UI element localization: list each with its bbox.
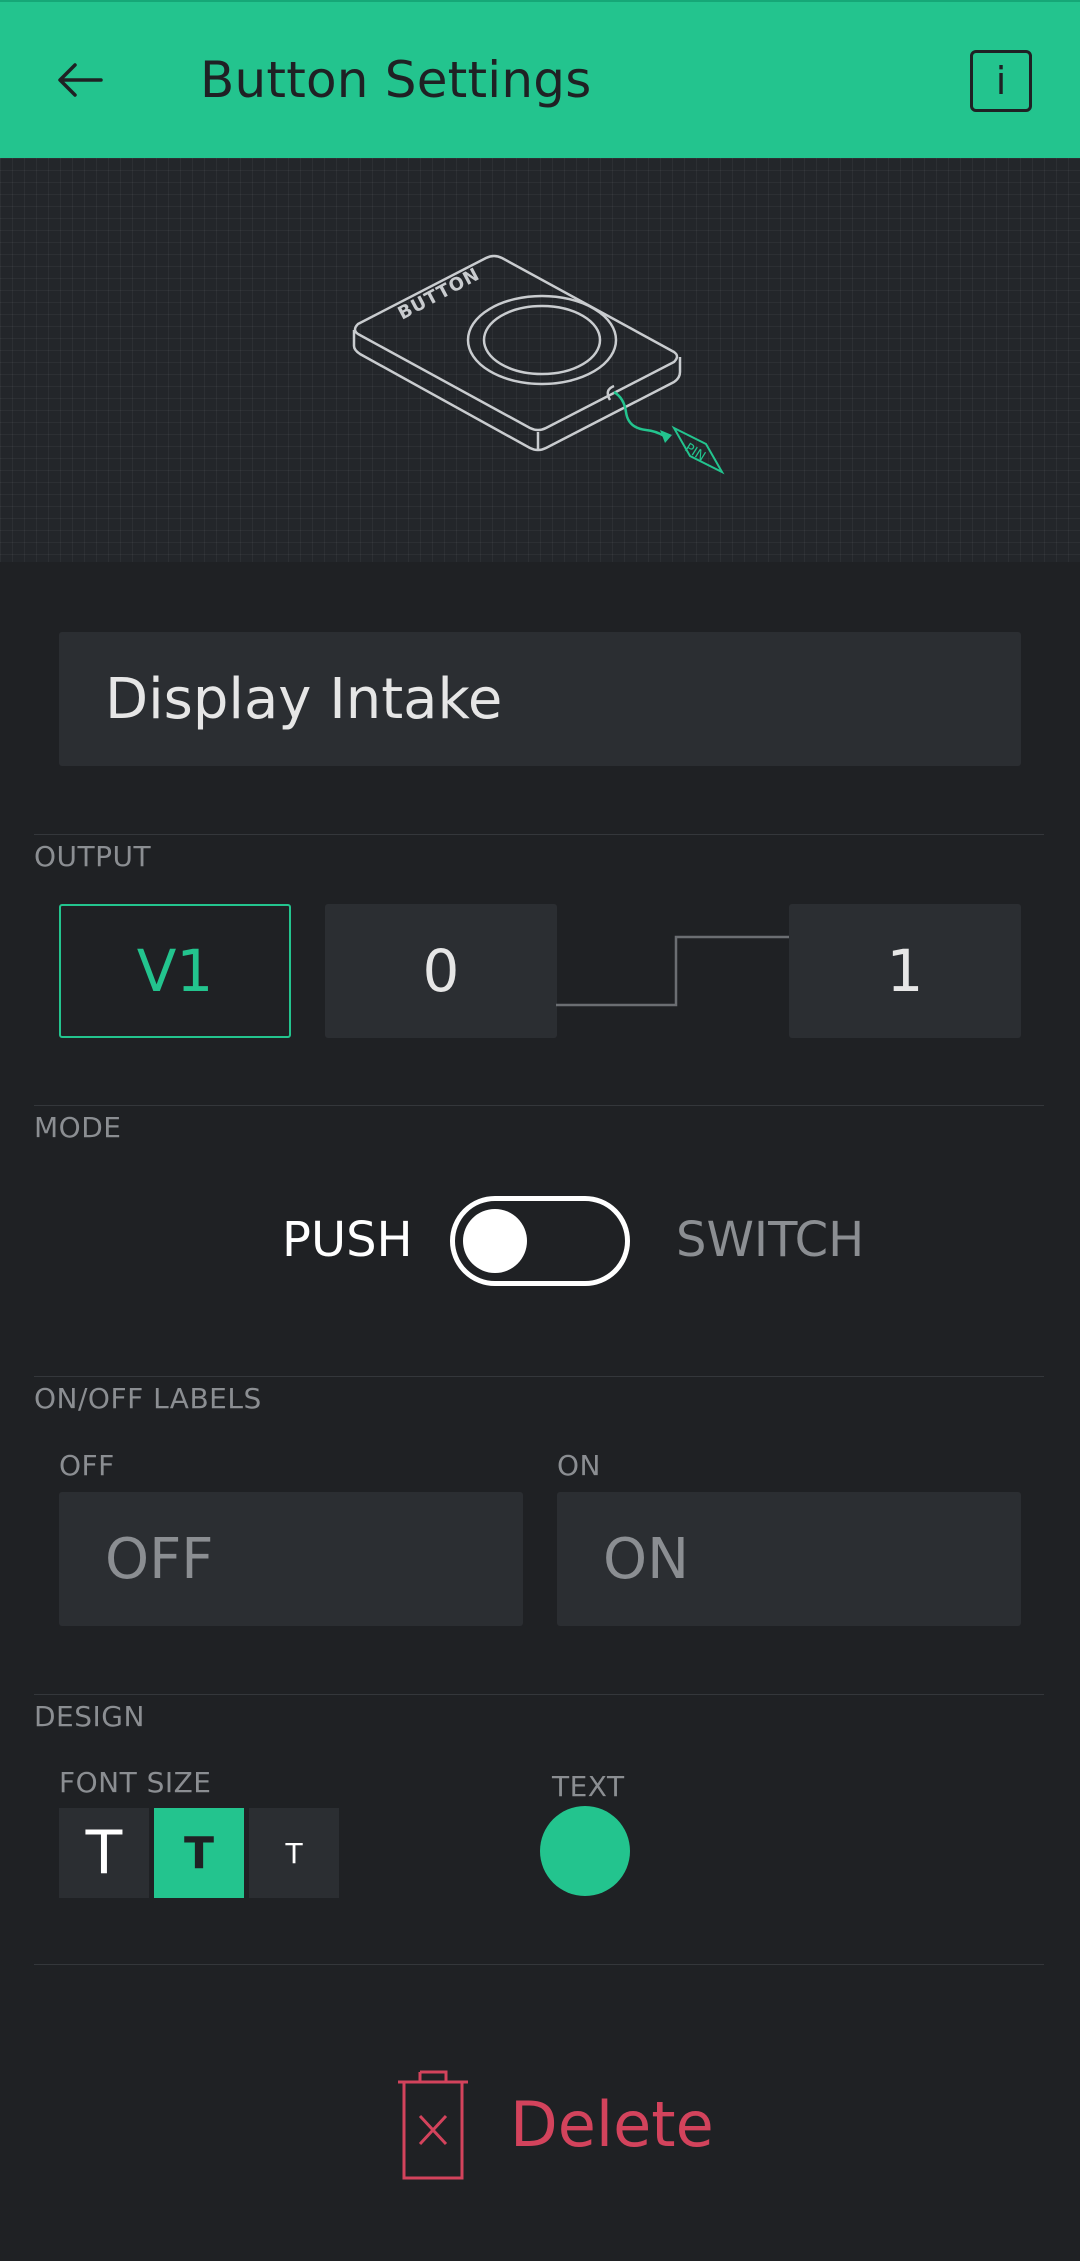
low-value-input[interactable]: 0 (325, 904, 557, 1038)
font-size-small-button[interactable]: T (249, 1808, 339, 1898)
text-color-label: TEXT (552, 1770, 625, 1803)
page-title: Button Settings (200, 51, 592, 109)
labels-section-label: ON/OFF LABELS (34, 1382, 262, 1415)
divider (34, 834, 1044, 835)
mode-toggle[interactable] (450, 1196, 630, 1286)
arrow-left-icon (58, 63, 103, 97)
text-color-picker[interactable] (540, 1806, 630, 1896)
divider (34, 1376, 1044, 1377)
mode-section-label: MODE (34, 1111, 122, 1144)
font-size-medium-button[interactable]: T (154, 1808, 244, 1898)
divider (34, 1105, 1044, 1106)
pin-selector[interactable]: V1 (59, 904, 291, 1038)
widget-illustration: BUTTON PIN (0, 158, 1080, 562)
header-bar: Button Settings i (0, 0, 1080, 158)
design-section-label: DESIGN (34, 1700, 145, 1733)
high-value-input[interactable]: 1 (789, 904, 1021, 1038)
mode-switch-label: SWITCH (676, 1212, 865, 1268)
divider (34, 1694, 1044, 1695)
output-section-label: OUTPUT (34, 840, 152, 873)
font-size-large-button[interactable]: T (59, 1808, 149, 1898)
step-graph-icon (556, 935, 790, 1007)
info-button[interactable]: i (970, 50, 1032, 112)
on-caption: ON (557, 1449, 601, 1482)
button-device-illustration: BUTTON PIN (352, 254, 725, 475)
off-caption: OFF (59, 1449, 115, 1482)
illustration-button-text: BUTTON (394, 264, 483, 325)
back-button[interactable] (44, 44, 116, 116)
font-size-label: FONT SIZE (59, 1766, 212, 1799)
widget-name-input[interactable]: Display Intake (59, 632, 1021, 766)
toggle-knob (463, 1209, 527, 1273)
on-label-input[interactable]: ON (557, 1492, 1021, 1626)
button-settings-screen: Button Settings i BUTTON PIN Display Int… (0, 0, 1080, 2261)
mode-push-label: PUSH (282, 1212, 413, 1268)
divider (34, 1964, 1044, 1965)
delete-label: Delete (510, 2087, 714, 2161)
delete-button[interactable]: Delete (396, 2064, 714, 2184)
info-icon: i (995, 59, 1007, 103)
illustration-pin-text: PIN (682, 441, 708, 465)
trash-icon (396, 2064, 470, 2184)
off-label-input[interactable]: OFF (59, 1492, 523, 1626)
